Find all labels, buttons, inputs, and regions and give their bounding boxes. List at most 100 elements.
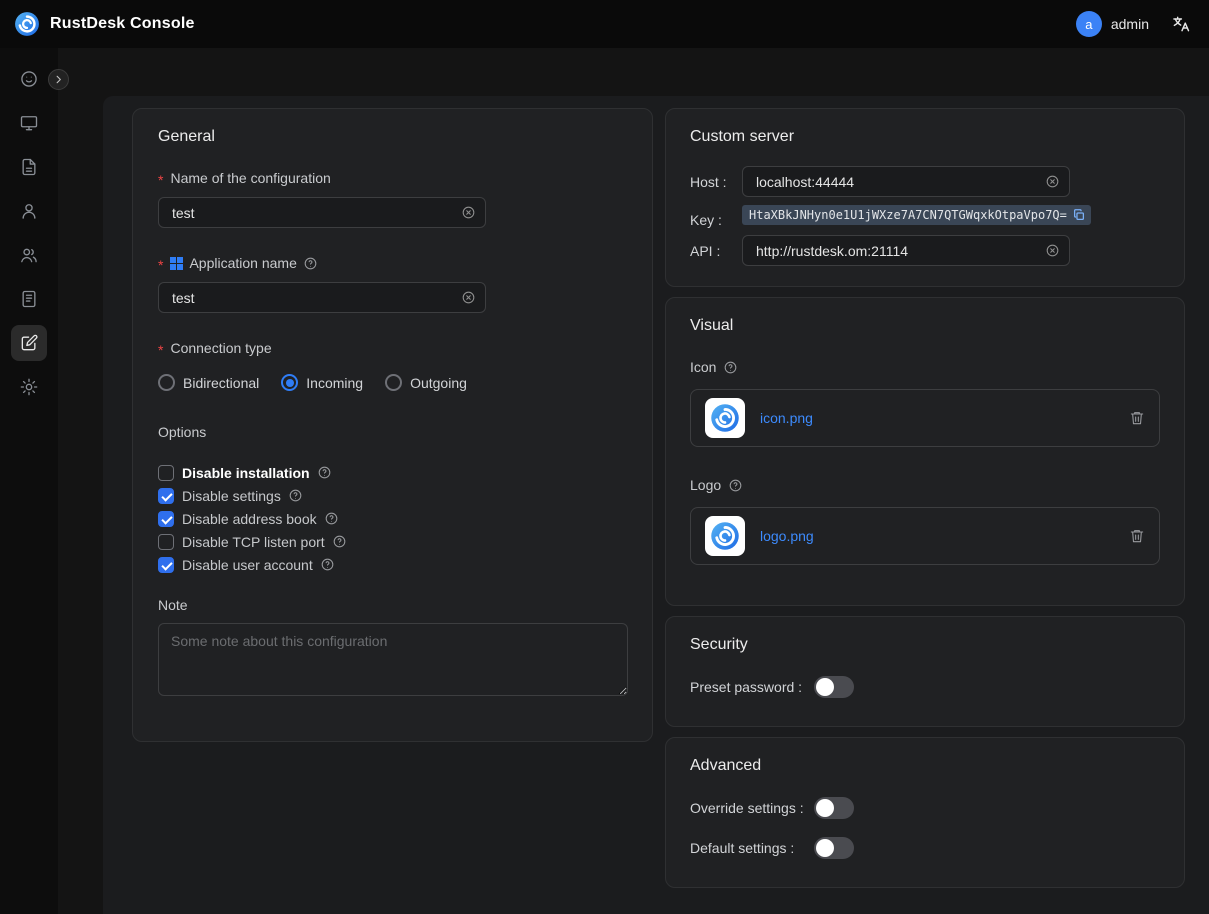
connection-type-label: * Connection type	[158, 340, 627, 357]
topbar-right: a admin	[1076, 11, 1191, 37]
edit-icon	[19, 333, 39, 353]
users-icon	[19, 245, 39, 265]
general-title: General	[158, 127, 627, 146]
clear-circle-icon[interactable]	[1045, 174, 1060, 189]
main-panel: General * Name of the configuration * Ap…	[103, 96, 1209, 914]
translate-icon	[1171, 14, 1191, 34]
language-button[interactable]	[1171, 14, 1191, 34]
copy-icon[interactable]	[1072, 208, 1086, 222]
preset-password-toggle[interactable]	[814, 676, 854, 698]
logo-file-box: logo.png	[690, 507, 1160, 565]
smiley-icon	[19, 69, 39, 89]
required-asterisk: *	[158, 342, 163, 359]
radio-label: Bidirectional	[183, 375, 259, 391]
advanced-title: Advanced	[690, 756, 1160, 775]
file-text-icon	[19, 157, 39, 177]
journal-icon	[19, 289, 39, 309]
avatar[interactable]: a	[1076, 11, 1102, 37]
help-icon[interactable]	[728, 478, 743, 493]
radio-incoming[interactable]: Incoming	[281, 374, 363, 391]
custom-server-card: Custom server Host : Key : HtaXBkJNHyn0e…	[665, 108, 1185, 287]
name-label: * Name of the configuration	[158, 170, 627, 187]
sidebar-item-settings[interactable]	[11, 369, 47, 405]
help-icon[interactable]	[723, 360, 738, 375]
checkbox-control[interactable]	[158, 465, 174, 481]
host-row: Host :	[690, 166, 1160, 197]
app-name-input-wrap	[158, 282, 486, 313]
checkbox-label: Disable installation	[182, 465, 310, 481]
checkbox-label: Disable TCP listen port	[182, 534, 325, 550]
key-value: HtaXBkJNHyn0e1U1jWXze7A7CN7QTGWqxkOtpaVp…	[749, 208, 1067, 222]
radio-control[interactable]	[158, 374, 175, 391]
help-icon[interactable]	[320, 557, 335, 572]
host-input-wrap	[742, 166, 1070, 197]
connection-type-group: Bidirectional Incoming Outgoing	[158, 374, 627, 391]
help-icon[interactable]	[288, 488, 303, 503]
help-icon[interactable]	[324, 511, 339, 526]
default-settings-row: Default settings :	[690, 837, 1160, 859]
api-input[interactable]	[754, 242, 1037, 260]
clear-circle-icon[interactable]	[1045, 243, 1060, 258]
default-settings-toggle[interactable]	[814, 837, 854, 859]
key-label: Key :	[690, 212, 742, 228]
checkbox-disable-user-account[interactable]: Disable user account	[158, 556, 627, 573]
icon-thumbnail	[705, 398, 745, 438]
sidebar-item-users[interactable]	[11, 193, 47, 229]
checkbox-disable-address-book[interactable]: Disable address book	[158, 510, 627, 527]
help-icon[interactable]	[317, 465, 332, 480]
name-input[interactable]	[170, 204, 453, 222]
sidebar	[0, 48, 58, 914]
icon-file-link[interactable]: icon.png	[760, 410, 813, 426]
checkbox-disable-settings[interactable]: Disable settings	[158, 487, 627, 504]
api-row: API :	[690, 235, 1160, 266]
override-settings-toggle[interactable]	[814, 797, 854, 819]
logo-file-link[interactable]: logo.png	[760, 528, 814, 544]
checkbox-control[interactable]	[158, 511, 174, 527]
clear-circle-icon[interactable]	[461, 290, 476, 305]
sidebar-item-logs[interactable]	[11, 281, 47, 317]
checkbox-control[interactable]	[158, 557, 174, 573]
topbar: RustDesk Console a admin	[0, 0, 1209, 48]
radio-control[interactable]	[385, 374, 402, 391]
monitor-icon	[19, 113, 39, 133]
host-label: Host :	[690, 174, 742, 190]
app-title: RustDesk Console	[50, 15, 195, 33]
preset-password-row: Preset password :	[690, 676, 1160, 698]
app-name-label: * Application name	[158, 255, 627, 272]
radio-label: Outgoing	[410, 375, 467, 391]
sidebar-expand-button[interactable]	[48, 69, 69, 90]
trash-icon[interactable]	[1129, 410, 1145, 426]
checkbox-control[interactable]	[158, 488, 174, 504]
host-input[interactable]	[754, 173, 1037, 191]
sidebar-item-devices[interactable]	[11, 105, 47, 141]
required-asterisk: *	[158, 257, 163, 274]
name-input-wrap	[158, 197, 486, 228]
checkbox-disable-installation[interactable]: Disable installation	[158, 464, 627, 481]
checkbox-control[interactable]	[158, 534, 174, 550]
checkbox-label: Disable address book	[182, 511, 317, 527]
sidebar-item-groups[interactable]	[11, 237, 47, 273]
required-asterisk: *	[158, 172, 163, 189]
help-icon[interactable]	[332, 534, 347, 549]
sidebar-item-custom-clients[interactable]	[11, 325, 47, 361]
visual-card: Visual Icon icon.png	[665, 297, 1185, 606]
radio-bidirectional[interactable]: Bidirectional	[158, 374, 259, 391]
note-textarea[interactable]	[158, 623, 628, 696]
icon-label: Icon	[690, 359, 1160, 375]
trash-icon[interactable]	[1129, 528, 1145, 544]
app-name-label-text: Application name	[189, 255, 296, 272]
radio-outgoing[interactable]: Outgoing	[385, 374, 467, 391]
icon-label-text: Icon	[690, 359, 716, 375]
api-input-wrap	[742, 235, 1070, 266]
api-label: API :	[690, 243, 742, 259]
radio-control[interactable]	[281, 374, 298, 391]
user-menu[interactable]: a admin	[1076, 11, 1149, 37]
sidebar-item-status[interactable]	[11, 61, 47, 97]
clear-circle-icon[interactable]	[461, 205, 476, 220]
help-icon[interactable]	[303, 256, 318, 271]
logo-label-text: Logo	[690, 477, 721, 493]
app-name-input[interactable]	[170, 289, 453, 307]
sidebar-item-documents[interactable]	[11, 149, 47, 185]
checkbox-disable-tcp-listen-port[interactable]: Disable TCP listen port	[158, 533, 627, 550]
general-card: General * Name of the configuration * Ap…	[132, 108, 653, 742]
